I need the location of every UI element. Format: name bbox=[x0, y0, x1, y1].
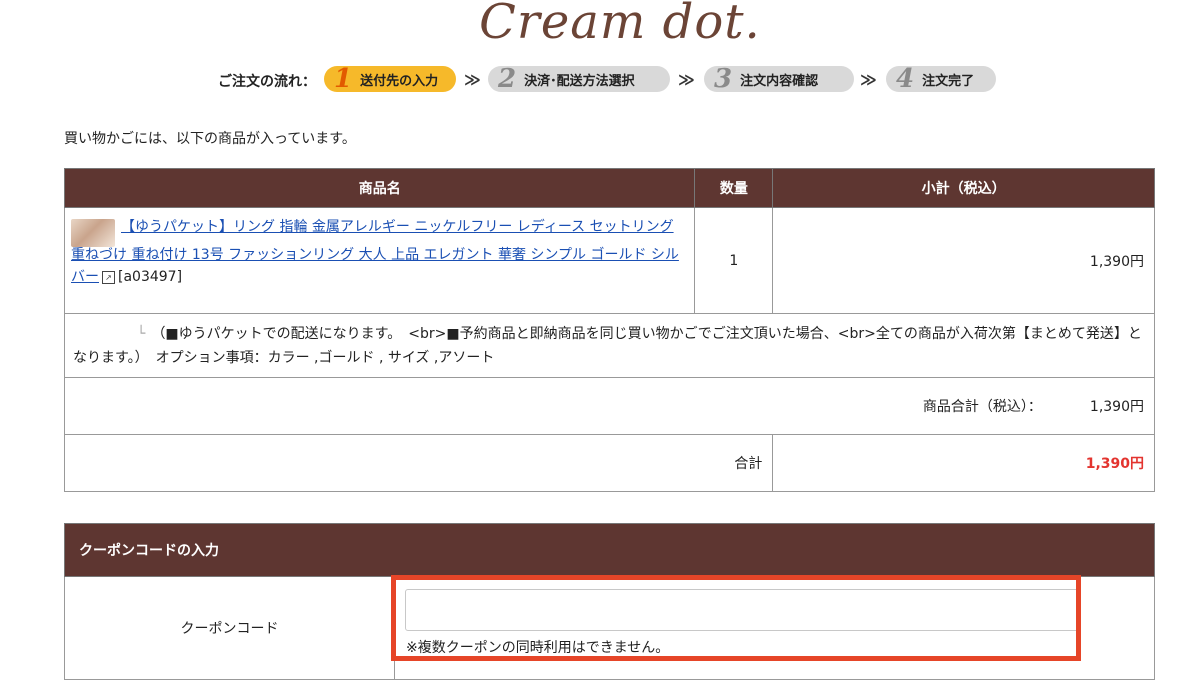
subtotal-cell: 商品合計（税込）： 1,390円 bbox=[64, 377, 1155, 435]
step-3-label: 注文内容確認 bbox=[740, 73, 819, 89]
column-header-quantity: 数量 bbox=[694, 168, 774, 208]
product-thumbnail[interactable] bbox=[71, 219, 115, 247]
option-text: （■ゆうパケットでの配送になります。 <br>■予約商品と即納商品を同じ買い物か… bbox=[73, 325, 1142, 366]
step-arrow-icon: ≫ bbox=[464, 70, 481, 89]
step-4-label: 注文完了 bbox=[922, 73, 975, 89]
step-4-number: 4 bbox=[896, 64, 915, 94]
table-row: 【ゆうパケット】リング 指輪 金属アレルギー ニッケルフリー レディース セット… bbox=[63, 207, 1155, 314]
column-header-subtotal: 小計（税込） bbox=[772, 168, 1155, 208]
total-label: 合計 bbox=[63, 434, 774, 492]
item-subtotal: 1,390円 bbox=[772, 207, 1155, 314]
step-1: 1 送付先の入力 bbox=[324, 66, 456, 92]
step-3-number: 3 bbox=[714, 64, 733, 94]
tree-branch-icon: └ bbox=[137, 325, 146, 342]
cart-intro-text: 買い物かごには、以下の商品が入っています。 bbox=[64, 131, 356, 147]
option-row: └ （■ゆうパケットでの配送になります。 <br>■予約商品と即納商品を同じ買い物… bbox=[64, 313, 1155, 378]
subtotal-value: 1,390円 bbox=[1089, 399, 1144, 415]
step-2-number: 2 bbox=[498, 64, 517, 94]
steps-label: ご注文の流れ： bbox=[218, 74, 316, 90]
subtotal-row: 商品合計（税込）： 1,390円 bbox=[64, 377, 1155, 435]
cart-header-row: 商品名 数量 小計（税込） bbox=[63, 168, 1155, 208]
column-header-product: 商品名 bbox=[63, 168, 696, 208]
product-cell: 【ゆうパケット】リング 指輪 金属アレルギー ニッケルフリー レディース セット… bbox=[63, 207, 696, 314]
external-link-icon[interactable]: ↗ bbox=[102, 270, 115, 284]
product-code: [a03497] bbox=[118, 269, 183, 285]
step-3: 3 注文内容確認 bbox=[704, 66, 854, 92]
coupon-note: ※複数クーポンの同時利用はできません。 bbox=[406, 640, 670, 656]
step-2: 2 決済･配送方法選択 bbox=[488, 66, 670, 92]
coupon-code-label: クーポンコード bbox=[64, 576, 395, 680]
option-cell: └ （■ゆうパケットでの配送になります。 <br>■予約商品と即納商品を同じ買い物… bbox=[64, 313, 1155, 378]
order-steps: ご注文の流れ： 1 送付先の入力 ≫ 2 決済･配送方法選択 ≫ 3 注文内容確… bbox=[0, 64, 1200, 94]
coupon-header: クーポンコードの入力 bbox=[64, 523, 1155, 577]
brand-logo: Cream dot. bbox=[479, 0, 761, 50]
quantity-cell: 1 bbox=[694, 207, 774, 314]
step-4: 4 注文完了 bbox=[886, 66, 996, 92]
cart-table: 商品名 数量 小計（税込） 【ゆうパケット】リング 指輪 金属アレルギー ニッケ… bbox=[63, 168, 1155, 492]
total-value: 1,390円 bbox=[772, 434, 1155, 492]
step-arrow-icon: ≫ bbox=[860, 70, 877, 89]
step-arrow-icon: ≫ bbox=[678, 70, 695, 89]
step-1-label: 送付先の入力 bbox=[360, 73, 439, 89]
step-2-label: 決済･配送方法選択 bbox=[524, 73, 635, 89]
coupon-code-input[interactable] bbox=[405, 589, 1081, 631]
subtotal-label: 商品合計（税込）： bbox=[922, 399, 1042, 415]
total-row: 合計 1,390円 bbox=[63, 434, 1155, 492]
step-1-number: 1 bbox=[334, 64, 353, 94]
